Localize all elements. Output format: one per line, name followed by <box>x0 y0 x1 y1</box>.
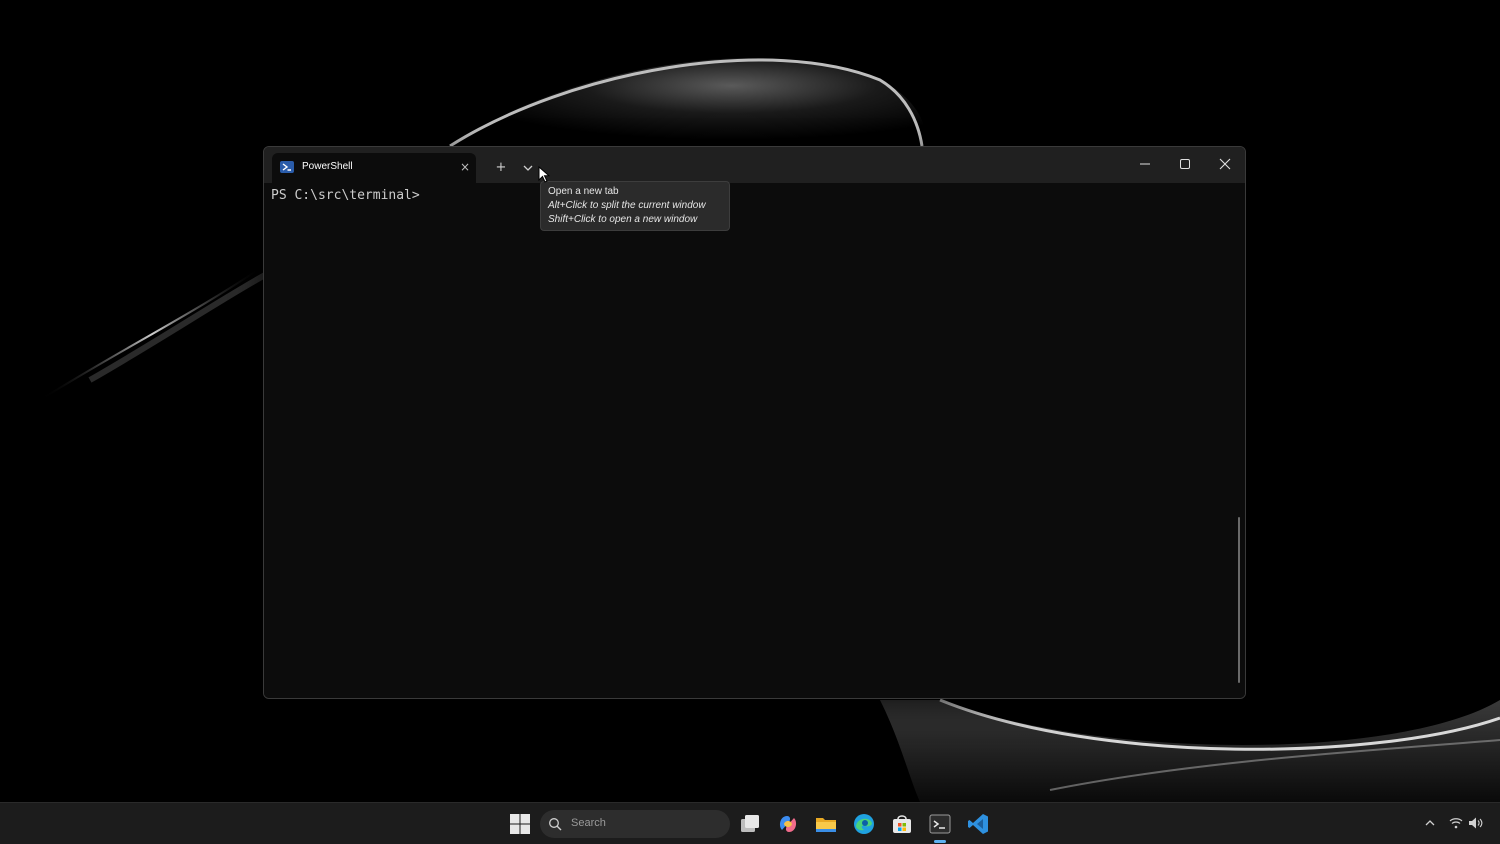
active-app-indicator <box>934 840 946 843</box>
mouse-cursor-icon <box>538 166 550 183</box>
tab-powershell[interactable]: PowerShell × <box>272 153 476 183</box>
taskbar-search[interactable]: Search <box>540 810 730 838</box>
tooltip-line-2: Alt+Click to split the current window <box>548 200 706 211</box>
maximize-button[interactable] <box>1165 147 1205 181</box>
vscode-icon[interactable] <box>966 812 990 836</box>
terminal-content[interactable]: PS C:\src\terminal> <box>264 183 1245 698</box>
edge-icon[interactable] <box>852 812 876 836</box>
close-button[interactable] <box>1205 147 1245 181</box>
chevron-down-icon[interactable] <box>517 157 539 179</box>
tab-title: PowerShell <box>302 161 353 172</box>
store-icon[interactable] <box>890 812 914 836</box>
taskbar: Search <box>0 802 1500 844</box>
file-explorer-icon[interactable] <box>814 812 838 836</box>
volume-icon[interactable] <box>1468 816 1484 830</box>
terminal-icon[interactable] <box>928 812 952 836</box>
search-icon <box>549 818 562 831</box>
tab-close-icon[interactable]: × <box>458 160 472 174</box>
new-tab-button[interactable]: + <box>490 157 512 179</box>
start-icon[interactable] <box>508 812 532 836</box>
copilot-icon[interactable] <box>776 812 800 836</box>
new-tab-tooltip: Open a new tab Alt+Click to split the cu… <box>540 181 730 231</box>
wifi-icon[interactable] <box>1449 816 1463 830</box>
title-bar[interactable]: PowerShell × + <box>264 147 1245 183</box>
task-view-icon[interactable] <box>738 812 762 836</box>
desktop: PowerShell × + PS C:\src\terminal> Open … <box>0 0 1500 844</box>
terminal-window: PowerShell × + PS C:\src\terminal> <box>263 146 1246 699</box>
tray-chevron-up-icon[interactable] <box>1422 815 1438 831</box>
tooltip-line-1: Open a new tab <box>548 186 619 197</box>
scrollbar[interactable] <box>1238 517 1240 683</box>
search-placeholder: Search <box>571 817 606 829</box>
powershell-icon <box>280 161 294 173</box>
minimize-button[interactable] <box>1125 147 1165 181</box>
terminal-prompt: PS C:\src\terminal> <box>271 188 420 203</box>
tooltip-line-3: Shift+Click to open a new window <box>548 214 698 225</box>
